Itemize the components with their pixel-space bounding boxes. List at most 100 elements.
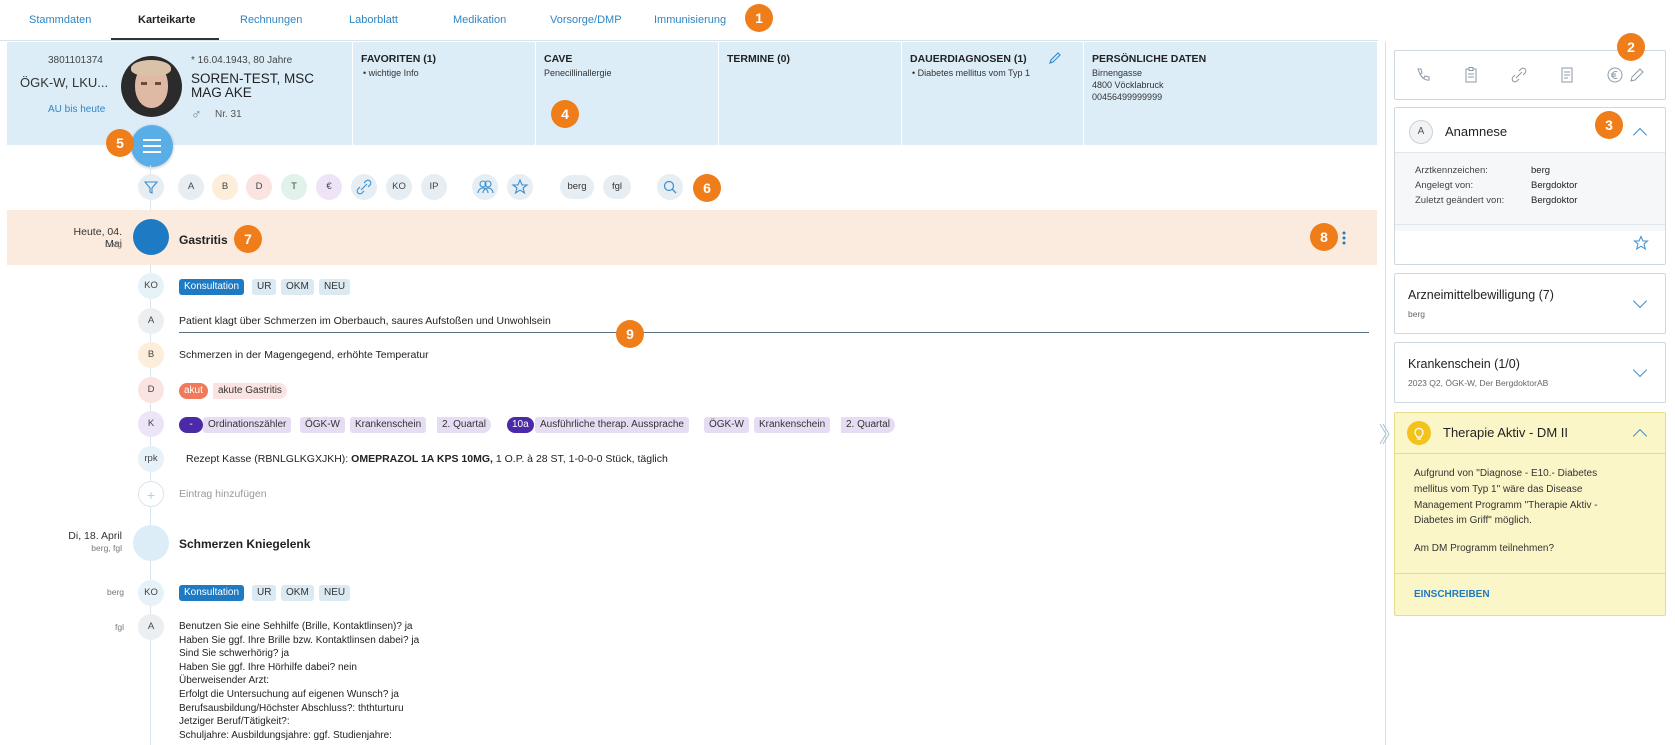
kranken-title: Krankenschein (1/0) — [1408, 357, 1520, 371]
star-icon[interactable] — [507, 174, 533, 200]
entry2-tag-neu[interactable]: NEU — [319, 585, 351, 601]
entry-user: berg — [104, 239, 122, 249]
input-underline — [179, 332, 1369, 333]
tag-okm[interactable]: OKM — [281, 279, 314, 295]
panel-splitter[interactable] — [1385, 42, 1386, 745]
k1-text[interactable]: Ordinationszähler — [203, 417, 292, 433]
rezept-line[interactable]: Rezept Kasse (RBNLGLKGXJKH): OMEPRAZOL 1… — [186, 453, 668, 465]
marker-4: 4 — [551, 100, 579, 128]
entry2-users: berg, fgl — [91, 543, 122, 553]
k2-type[interactable]: Krankenschein — [754, 417, 831, 433]
marker-5: 5 — [106, 129, 134, 157]
filter-icon[interactable] — [138, 174, 164, 200]
krankenschein-panel[interactable]: Krankenschein (1/0) 2023 Q2, ÖGK-W, Der … — [1394, 342, 1666, 403]
k2-text[interactable]: Ausführliche therap. Aussprache — [535, 417, 689, 433]
more-options-icon[interactable] — [1341, 230, 1347, 246]
chevron-up-icon[interactable] — [1632, 428, 1648, 444]
tag-neu[interactable]: NEU — [319, 279, 351, 295]
row-badge-rpk: rpk — [138, 446, 164, 472]
anamnese-badge: A — [1409, 120, 1433, 144]
avatar — [121, 56, 182, 117]
k1-type[interactable]: Krankenschein — [350, 417, 427, 433]
link-icon[interactable] — [1509, 65, 1529, 88]
entry2-title[interactable]: Schmerzen Kniegelenk — [179, 537, 310, 551]
add-entry-button[interactable]: Eintrag hinzufügen — [179, 488, 267, 500]
filter-b[interactable]: B — [212, 174, 238, 200]
dauerdiagnosen-title[interactable]: DAUERDIAGNOSEN (1) — [910, 53, 1027, 65]
tab-rechnungen[interactable]: Rechnungen — [240, 14, 302, 26]
edit-note-icon[interactable] — [1627, 65, 1647, 88]
document-icon[interactable] — [1557, 65, 1577, 88]
filter-user-fgl[interactable]: fgl — [603, 175, 631, 199]
filter-user-berg[interactable]: berg — [560, 175, 594, 199]
kranken-sub: 2023 Q2, ÖGK-W, Der BergdoktorAB — [1408, 378, 1549, 388]
row-badge-k: K — [138, 411, 164, 437]
persoenliche-daten-title[interactable]: PERSÖNLICHE DATEN — [1092, 53, 1206, 65]
termine-title[interactable]: TERMINE (0) — [727, 53, 790, 65]
tab-vorsorge-dmp[interactable]: Vorsorge/DMP — [550, 14, 622, 26]
link-icon[interactable] — [351, 174, 377, 200]
tag-akut[interactable]: akut — [179, 383, 208, 399]
add-entry-icon[interactable]: + — [138, 481, 164, 507]
chevron-up-icon[interactable] — [1632, 127, 1648, 143]
tab-immunisierung[interactable]: Immunisierung — [654, 14, 726, 26]
filter-ip[interactable]: IP — [421, 174, 447, 200]
edit-pencil-icon[interactable] — [1047, 50, 1063, 66]
entry2-tag-okm[interactable]: OKM — [281, 585, 314, 601]
k1-insurer[interactable]: ÖGK-W — [300, 417, 345, 433]
row-badge-b: B — [138, 342, 164, 368]
search-icon[interactable] — [657, 174, 683, 200]
entry2-ko-user: berg — [106, 587, 124, 597]
arznei-title: Arzneimittelbewilligung (7) — [1408, 288, 1554, 302]
anamnese-title[interactable]: Anamnese — [1445, 124, 1507, 139]
tab-laborblatt[interactable]: Laborblatt — [349, 14, 398, 26]
filter-t[interactable]: T — [281, 174, 307, 200]
cave-title[interactable]: CAVE — [544, 53, 572, 65]
main-menu-button[interactable] — [131, 125, 173, 167]
phone-icon[interactable] — [1413, 65, 1433, 88]
euro-icon[interactable] — [1605, 65, 1625, 88]
marker-1: 1 — [745, 4, 773, 32]
tag-konsultation[interactable]: Konsultation — [179, 279, 245, 295]
k2-insurer[interactable]: ÖGK-W — [704, 417, 749, 433]
tab-stammdaten[interactable]: Stammdaten — [29, 14, 91, 26]
entry2-a-user: fgl — [115, 622, 124, 632]
therapie-text: Aufgrund von "Diagnose - E10.- Diabetes … — [1414, 468, 1598, 527]
einschreiben-button[interactable]: EINSCHREIBEN — [1414, 589, 1490, 600]
au-link[interactable]: AU bis heute — [48, 104, 105, 115]
filter-a[interactable]: A — [178, 174, 204, 200]
angelegt-value: Bergdoktor — [1531, 180, 1578, 191]
favoriten-title[interactable]: FAVORITEN (1) — [361, 53, 436, 65]
chevron-down-icon[interactable] — [1632, 293, 1648, 309]
arzt-value: berg — [1531, 165, 1551, 176]
filter-euro[interactable]: € — [316, 174, 342, 200]
tab-karteikarte[interactable]: Karteikarte — [138, 14, 195, 26]
k1-code[interactable]: - — [179, 417, 203, 433]
clipboard-icon[interactable] — [1461, 65, 1481, 88]
lightbulb-icon — [1407, 421, 1431, 445]
diagnose-text[interactable]: akute Gastritis — [213, 383, 287, 399]
tag-ur[interactable]: UR — [252, 279, 277, 295]
k2-code[interactable]: 10a — [507, 417, 534, 433]
entry2-tag-konsultation[interactable]: Konsultation — [179, 585, 245, 601]
row-badge-a: A — [138, 308, 164, 334]
tab-medikation[interactable]: Medikation — [453, 14, 506, 26]
patient-birth: * 16.04.1943, 80 Jahre — [191, 55, 293, 66]
users-icon[interactable] — [472, 174, 498, 200]
phone-number: 00456499999999 — [1092, 92, 1163, 102]
entry2-tag-ur[interactable]: UR — [252, 585, 277, 601]
patient-name-line1: SOREN-TEST, MSC — [191, 71, 315, 86]
filter-ko[interactable]: KO — [386, 174, 412, 200]
therapie-title[interactable]: Therapie Aktiv - DM II — [1443, 425, 1568, 440]
patient-name-line2: MAG AKE — [191, 85, 252, 100]
therapie-aktiv-panel: Therapie Aktiv - DM II Aufgrund von "Dia… — [1394, 412, 1666, 616]
anamnese-text-input[interactable]: Patient klagt über Schmerzen im Oberbauc… — [179, 315, 551, 327]
k1-quarter[interactable]: 2. Quartal — [437, 417, 491, 433]
entry-dot — [133, 219, 169, 255]
filter-d[interactable]: D — [246, 174, 272, 200]
collapse-panel-icon[interactable] — [1378, 420, 1390, 448]
favorite-star-icon[interactable] — [1633, 235, 1649, 254]
chevron-down-icon[interactable] — [1632, 362, 1648, 378]
arzneimittelbewilligung-panel[interactable]: Arzneimittelbewilligung (7) berg — [1394, 273, 1666, 334]
k2-quarter[interactable]: 2. Quartal — [841, 417, 895, 433]
